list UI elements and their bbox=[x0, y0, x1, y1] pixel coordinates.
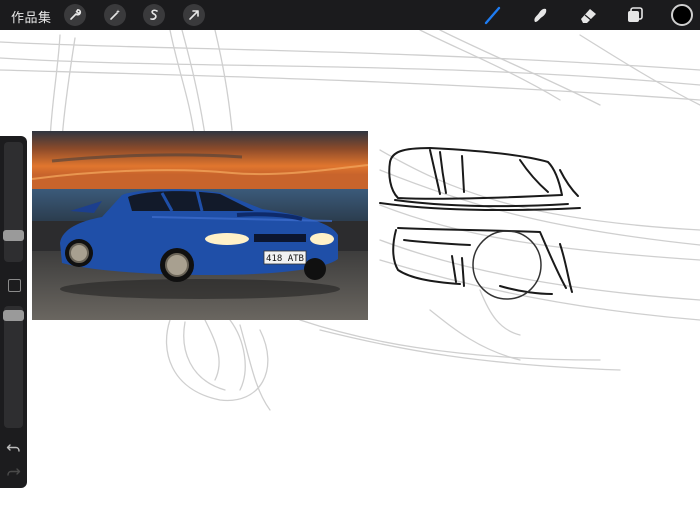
transform-arrow-icon[interactable] bbox=[183, 4, 205, 26]
redo-icon[interactable] bbox=[6, 464, 21, 479]
modify-button[interactable] bbox=[8, 279, 21, 292]
eraser-icon[interactable] bbox=[576, 3, 600, 27]
opacity-slider[interactable] bbox=[3, 306, 24, 428]
selection-icon[interactable] bbox=[143, 4, 165, 26]
magic-wand-icon[interactable] bbox=[104, 4, 126, 26]
undo-icon[interactable] bbox=[6, 440, 21, 455]
gallery-button[interactable]: 作品集 bbox=[11, 7, 52, 26]
brush-icon[interactable] bbox=[481, 3, 505, 27]
smudge-icon[interactable] bbox=[528, 3, 552, 27]
top-toolbar: 作品集 bbox=[0, 0, 700, 30]
license-plate-text: 418 ATB bbox=[266, 254, 304, 264]
reference-photo[interactable]: 418 ATB bbox=[32, 131, 368, 320]
brush-size-handle[interactable] bbox=[3, 230, 24, 241]
layers-icon[interactable] bbox=[623, 3, 647, 27]
opacity-handle[interactable] bbox=[3, 310, 24, 321]
wrench-icon[interactable] bbox=[64, 4, 86, 26]
drawing-canvas[interactable]: 418 ATB bbox=[0, 30, 700, 525]
color-picker-button[interactable] bbox=[671, 4, 693, 26]
left-sidebar bbox=[0, 136, 27, 488]
brush-size-slider[interactable] bbox=[3, 142, 24, 262]
